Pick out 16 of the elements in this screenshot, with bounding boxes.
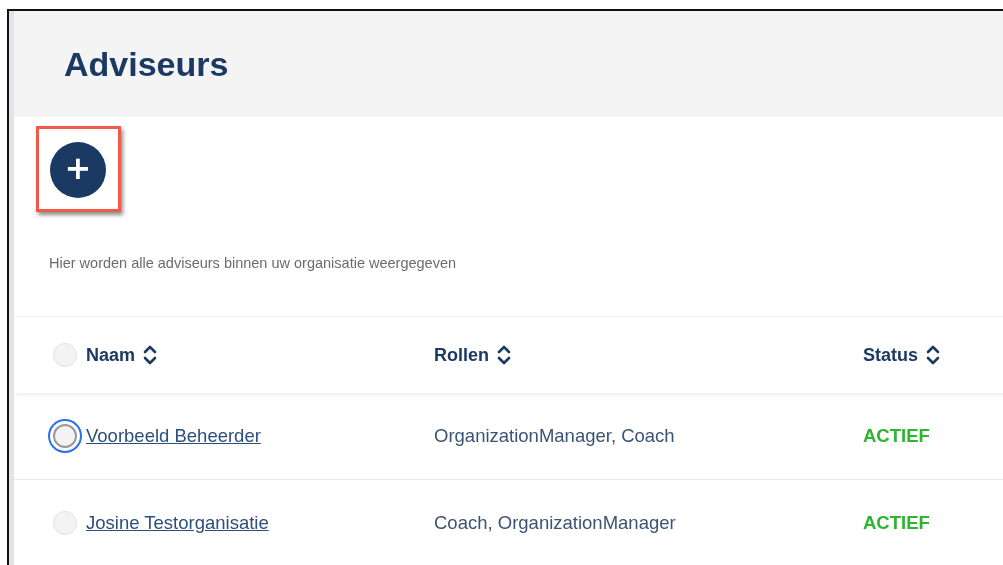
page-title: Adviseurs [64,44,229,84]
sort-icon[interactable] [497,344,511,366]
sort-icon[interactable] [143,344,158,366]
column-header[interactable]: Rollen [434,344,489,366]
column-header[interactable]: Status [863,344,918,366]
roles-text: OrganizationManager, Coach [434,425,675,447]
add-button[interactable]: + [50,142,106,198]
adviser-name-link[interactable]: Voorbeeld Beheerder [86,425,261,447]
roles-text: Coach, OrganizationManager [434,512,676,534]
select-all-radio[interactable] [53,343,77,367]
adviser-name-link[interactable]: Josine Testorganisatie [86,512,269,534]
sort-icon[interactable] [926,344,940,366]
status-text: ACTIEF [863,425,930,447]
status-text: ACTIEF [863,512,930,534]
column-header[interactable]: Naam [86,344,136,366]
description-text: Hier worden alle adviseurs binnen uw organisatie weergegeven [49,255,458,271]
